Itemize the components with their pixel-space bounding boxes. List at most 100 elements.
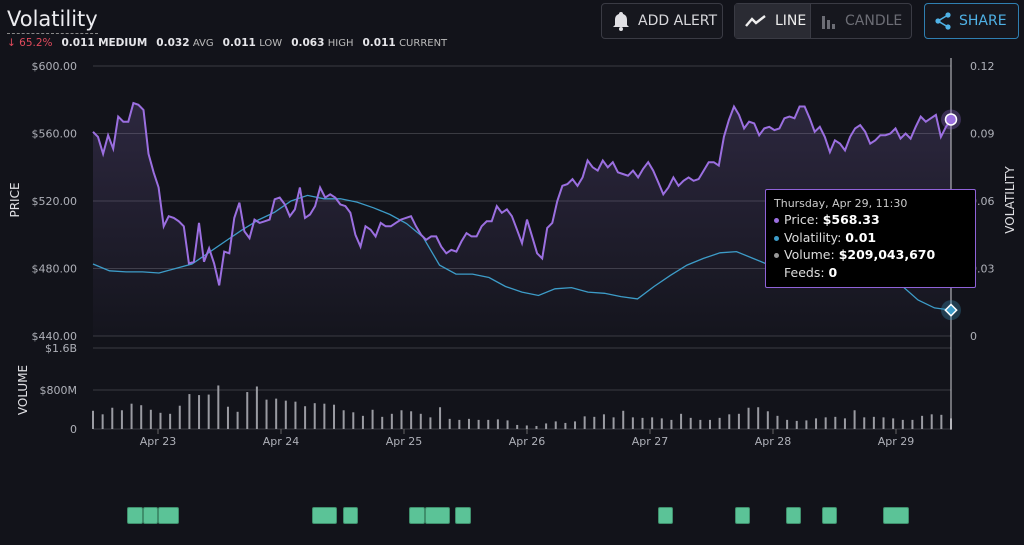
volume-bar [930,414,933,429]
volume-bar [217,385,220,429]
price-tick-label: $520.00 [32,195,78,208]
feed-marker[interactable] [785,507,802,524]
volume-bar [535,425,538,429]
volume-tick-label: $800M [40,384,78,397]
volume-bar [467,418,470,429]
volume-bar [525,425,528,429]
volume-bar [554,421,557,429]
volume-dot-icon [774,253,779,258]
volume-bar [795,420,798,429]
volume-bar [593,416,596,429]
volume-bar [776,415,779,429]
volume-bar [149,409,152,429]
volume-bar [564,422,567,429]
volume-bar [323,403,326,429]
volume-bar [352,412,355,429]
volume-bar [381,416,384,429]
volume-bar [371,409,374,429]
volume-bar [111,407,114,429]
feed-marker[interactable] [409,507,425,524]
tooltip-price: Price: $568.33 [774,211,967,229]
feed-marker[interactable] [734,507,750,524]
volume-bar [496,419,499,429]
volume-bar [429,417,432,429]
volume-bar [226,406,229,429]
volume-axis-title: VOLUME [16,365,30,415]
volume-bar [448,418,451,429]
volume-bar [400,410,403,429]
volume-bar [294,401,297,429]
volume-bar [246,392,249,429]
volume-bar [304,406,307,429]
volume-bar [120,410,123,429]
volume-bar [207,394,210,429]
volatility-dot-icon [774,235,779,241]
x-tick-label: Apr 24 [263,435,300,448]
x-tick-label: Apr 25 [386,435,423,448]
price-axis-title: PRICE [8,182,22,217]
hover-tooltip: Thursday, Apr 29, 11:30 Price: $568.33 V… [765,189,976,288]
volume-bar [708,419,711,429]
volume-bar [757,407,760,429]
volume-bar [892,418,895,429]
volatility-tick-label: 0.09 [970,128,995,141]
volatility-tick-label: 0.12 [970,60,995,73]
volume-bar [92,410,94,429]
feed-marker[interactable] [311,507,338,524]
volume-bar [911,419,914,429]
volume-bar [169,413,172,429]
volume-bar [284,400,287,429]
volume-bar [439,407,442,429]
volume-bar [612,417,615,429]
volume-bar [660,418,663,429]
volume-bar [872,416,875,429]
feed-marker[interactable] [127,507,143,524]
x-tick-label: Apr 26 [509,435,546,448]
feed-marker[interactable] [142,507,158,524]
volume-bar [198,395,201,429]
volume-bar [545,423,548,429]
volume-bar [516,424,519,429]
volume-bar [901,419,904,429]
feed-marker[interactable] [657,507,674,524]
volume-bar [622,410,625,429]
volume-bar [130,403,133,429]
volatility-axis-title: VOLATILITY [1003,166,1017,234]
volume-bar [843,418,846,429]
volume-bar [815,418,818,429]
volume-bar [477,419,480,429]
volume-bar [574,421,577,429]
volume-bar [882,417,885,429]
volume-bar [699,419,702,429]
price-dot-icon [774,218,779,223]
feed-marker[interactable] [455,507,471,524]
volume-tick-label: $1.6B [45,342,77,355]
tooltip-volatility: Volatility: 0.01 [774,229,967,247]
feed-marker[interactable] [158,507,179,524]
x-tick-label: Apr 28 [755,435,792,448]
feed-marker[interactable] [883,507,909,524]
volume-bar [805,420,808,429]
volume-bar [342,410,345,429]
volume-bar [689,417,692,429]
volume-bar [275,398,278,429]
volume-bar [747,407,750,429]
volume-bar [458,419,461,429]
volume-bar [766,411,769,429]
volume-bar [506,420,509,429]
price-tick-label: $480.00 [32,263,78,276]
volume-bar [188,394,191,429]
feed-marker[interactable] [342,507,358,524]
volume-bar [602,414,605,429]
volume-bar [236,411,239,429]
feed-marker[interactable] [424,507,451,524]
volume-bar [255,386,258,429]
volume-bar [651,417,654,429]
volume-bar [313,403,316,429]
volume-bar [940,414,943,429]
feed-marker[interactable] [821,507,838,524]
x-tick-label: Apr 23 [140,435,177,448]
tooltip-date: Thursday, Apr 29, 11:30 [774,197,908,210]
volume-bar [631,417,634,429]
volume-bar [863,417,866,429]
